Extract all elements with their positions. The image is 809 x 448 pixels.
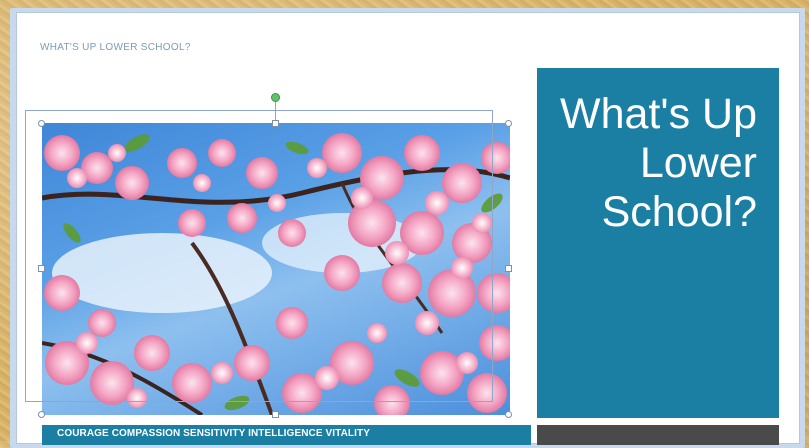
rotate-handle-icon[interactable] [271, 93, 280, 102]
values-bar: COURAGE COMPASSION SENSITIVITY INTELLIGE… [42, 425, 531, 445]
rotation-stem [275, 102, 276, 120]
cherry-blossom-photo[interactable] [42, 123, 510, 415]
values-bar-text: COURAGE COMPASSION SENSITIVITY INTELLIGE… [57, 428, 371, 439]
gray-footer-bar [537, 425, 779, 445]
blossom-illustration [42, 133, 510, 415]
page-header-text: WHAT'S UP LOWER SCHOOL? [40, 42, 191, 53]
resize-handle-right[interactable] [505, 265, 512, 272]
resize-handle-top-left[interactable] [38, 120, 45, 127]
resize-handle-bottom[interactable] [272, 411, 279, 418]
resize-handle-bottom-right[interactable] [505, 411, 512, 418]
resize-handle-top-right[interactable] [505, 120, 512, 127]
resize-handle-top[interactable] [272, 120, 279, 127]
resize-handle-left[interactable] [38, 265, 45, 272]
document-title: What's Up Lower School? [560, 90, 757, 236]
title-box: What's Up Lower School? [537, 68, 779, 418]
resize-handle-bottom-left[interactable] [38, 411, 45, 418]
